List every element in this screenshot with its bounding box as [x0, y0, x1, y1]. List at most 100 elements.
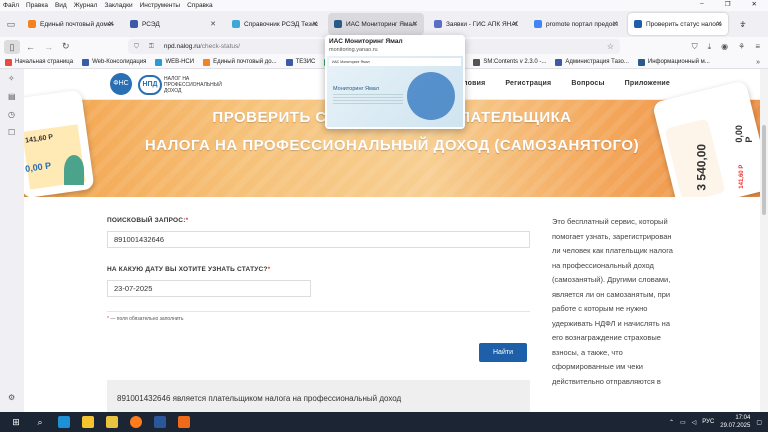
tab-close-icon[interactable]: ✕	[108, 20, 114, 28]
find-button[interactable]: Найти	[479, 343, 527, 362]
account-icon[interactable]: ◉	[721, 42, 728, 52]
ai-chat-icon[interactable]: ✧	[8, 74, 15, 83]
bookmark-label: Web-Консолидация	[92, 59, 147, 65]
fns-logo[interactable]: ФНС	[110, 73, 132, 95]
clock[interactable]: 17:04 29.07.2025	[720, 414, 750, 430]
bookmark-favicon-icon	[155, 58, 163, 66]
bookmark-favicon-icon	[5, 58, 12, 66]
tab-close-icon[interactable]: ✕	[612, 20, 618, 28]
synced-tabs-icon[interactable]: ▤	[8, 92, 16, 101]
windows-start-icon[interactable]: ⊞	[6, 412, 26, 432]
result-box: 891001432646 является плательщиком налог…	[107, 380, 530, 412]
bookmark-item[interactable]: Web-Консолидация	[82, 58, 147, 66]
tab-close-icon[interactable]: ✕	[210, 20, 216, 28]
url-host: npd.nalog.ru	[163, 43, 200, 50]
firefox-icon[interactable]	[126, 412, 146, 432]
back-icon[interactable]: ←	[26, 42, 35, 52]
tab-2[interactable]: РСЭД ✕	[124, 13, 222, 35]
maximize-button[interactable]: ❐	[725, 0, 731, 8]
menu-history[interactable]: Журнал	[74, 2, 98, 9]
search-icon[interactable]: ⌕	[30, 412, 50, 432]
bookmark-item[interactable]: Администрация Тазо...	[555, 58, 629, 66]
close-window-button[interactable]: ✕	[752, 0, 757, 8]
tab-preview-url: monitoring.yanao.ru	[329, 47, 378, 53]
url-path: /check-status/	[199, 43, 241, 50]
tab-preview-thumbnail: ИАС Мониторинг Ямал Мониторинг Ямал	[327, 56, 463, 127]
query-input[interactable]: 891001432646	[107, 231, 530, 248]
scrollbar-thumb[interactable]	[762, 125, 766, 215]
bookmark-star-icon[interactable]: ☆	[607, 42, 614, 51]
bookmarks-icon[interactable]: ☐	[8, 128, 15, 137]
lock-icon[interactable]: ⚿	[149, 43, 154, 51]
reload-icon[interactable]: ↻	[62, 41, 70, 52]
system-tray: ⌃ ▭ ◁ РУС 17:04 29.07.2025 ▢	[669, 412, 762, 432]
tab-close-icon[interactable]: ✕	[512, 20, 518, 28]
npd-logo[interactable]: НПД	[138, 75, 162, 95]
volume-icon[interactable]: ◁	[692, 419, 697, 426]
shield-icon[interactable]: ⛉	[134, 43, 139, 51]
app-icon[interactable]	[174, 412, 194, 432]
tab-title: ИАС Мониторинг Ямал	[346, 20, 416, 28]
bookmark-label: Начальная страница	[15, 59, 74, 65]
menu-view[interactable]: Вид	[55, 2, 67, 9]
tab-preview-popup: ИАС Мониторинг Ямал monitoring.yanao.ru …	[325, 35, 465, 129]
bookmark-label: Единый почтовый до...	[213, 59, 277, 65]
edge-icon[interactable]	[54, 412, 74, 432]
tab-close-icon[interactable]: ✕	[716, 20, 722, 28]
date-input[interactable]: 23-07-2025	[107, 280, 311, 297]
yandex-icon[interactable]	[102, 412, 122, 432]
tray-chevron-icon[interactable]: ⌃	[669, 419, 674, 426]
bookmark-item[interactable]: ТЕЗИС	[285, 58, 315, 66]
tab-3[interactable]: Справочник РСЭД Тезис ✕	[226, 13, 324, 35]
tab-bar: ▭ Единый почтовый домен ✕ РСЭД ✕ Справочник …	[0, 11, 768, 37]
bookmark-item[interactable]: Единый почтовый до...	[203, 58, 277, 66]
history-icon[interactable]: ◷	[8, 110, 15, 119]
menu-file[interactable]: Файл	[3, 2, 19, 9]
menu-help[interactable]: Справка	[187, 2, 213, 9]
bookmarks-more-button[interactable]: »	[756, 59, 760, 66]
divider	[107, 311, 530, 312]
notifications-icon[interactable]: ▢	[756, 419, 762, 426]
settings-icon[interactable]: ⚙	[8, 393, 15, 402]
tab-1[interactable]: Единый почтовый домен ✕	[22, 13, 120, 35]
check-status-form-area: ПОИСКОВЫЙ ЗАПРОС:* 891001432646 НА КАКУЮ…	[24, 197, 760, 412]
tab-favicon-icon	[434, 20, 442, 28]
word-icon[interactable]	[150, 412, 170, 432]
tab-7[interactable]: Проверить статус налогоп ✕	[628, 13, 728, 35]
bookmark-favicon-icon	[473, 58, 481, 66]
downloads-icon[interactable]: ⤓	[708, 42, 712, 52]
network-icon[interactable]: ▭	[680, 419, 686, 426]
bookmark-label: Информационный м...	[647, 59, 710, 65]
tab-4[interactable]: ИАС Мониторинг Ямал ✕	[328, 13, 424, 35]
date-label: НА КАКУЮ ДАТУ ВЫ ХОТИТЕ УЗНАТЬ СТАТУС?*	[107, 266, 271, 273]
menu-tools[interactable]: Инструменты	[140, 2, 181, 9]
tab-favicon-icon	[130, 20, 138, 28]
pocket-icon[interactable]: ⛉	[692, 42, 698, 52]
tab-list-button[interactable]: ⌄	[739, 20, 746, 29]
tab-6[interactable]: promote портал предоста ✕	[528, 13, 624, 35]
nav-app[interactable]: Приложение	[625, 80, 670, 87]
bookmark-item[interactable]: WEB-НСИ	[155, 58, 194, 66]
keyboard-language[interactable]: РУС	[702, 419, 714, 425]
bookmark-item[interactable]: Информационный м...	[637, 58, 710, 66]
sidebar-toggle-icon[interactable]: ▯	[4, 39, 20, 54]
extensions-icon[interactable]: ⚘	[738, 42, 745, 52]
tab-close-icon[interactable]: ✕	[312, 20, 318, 28]
tab-favicon-icon	[334, 20, 342, 28]
bookmark-item[interactable]: SM:Contents v 2.3.0 -...	[473, 58, 546, 66]
nav-registration[interactable]: Регистрация	[505, 80, 551, 87]
tab-close-icon[interactable]: ✕	[412, 20, 418, 28]
minimize-button[interactable]: –	[700, 0, 704, 8]
forward-icon[interactable]: →	[44, 42, 53, 52]
tab-5[interactable]: Заявки - ГИС АПК ЯНАО ✕	[428, 13, 524, 35]
bookmark-item[interactable]: Начальная страница	[5, 58, 74, 66]
bookmark-favicon-icon	[285, 58, 293, 66]
tab-groups-icon[interactable]: ▭	[0, 19, 22, 30]
menu-icon[interactable]: ≡	[755, 42, 760, 52]
menu-bookmarks[interactable]: Закладки	[104, 2, 132, 9]
explorer-icon[interactable]	[78, 412, 98, 432]
scrollbar[interactable]	[760, 69, 768, 412]
menu-edit[interactable]: Правка	[26, 2, 48, 9]
nav-questions[interactable]: Вопросы	[571, 80, 604, 87]
tab-title: Справочник РСЭД Тезис	[244, 20, 318, 28]
